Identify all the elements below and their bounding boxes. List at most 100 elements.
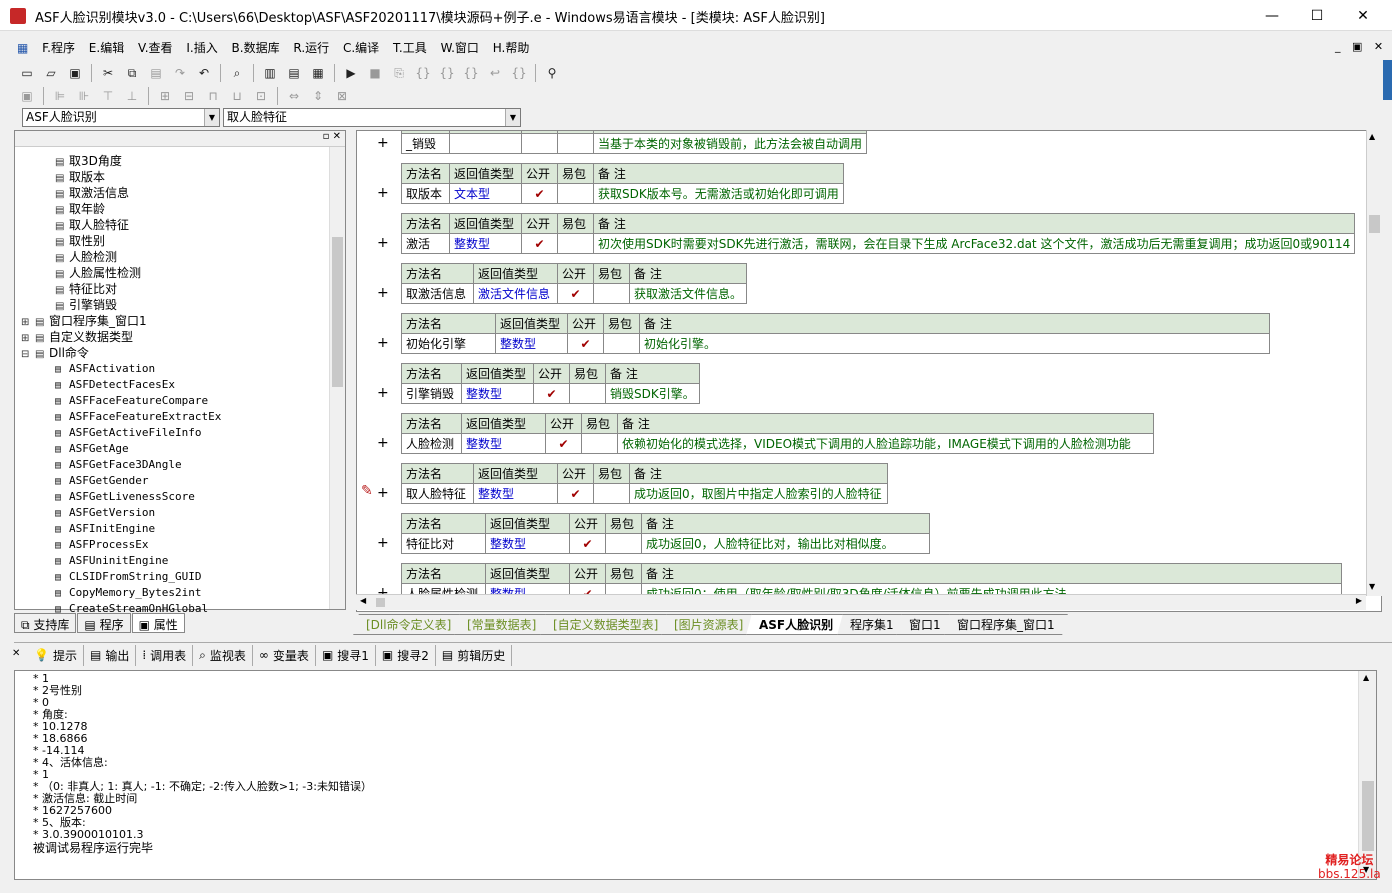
- method-note[interactable]: 依赖初始化的模式选择，VIDEO模式下调用的人脸追踪功能，IMAGE模式下调用的…: [617, 433, 1154, 454]
- method-combo[interactable]: 取人脸特征 ▼: [223, 108, 521, 127]
- tree-dll-item[interactable]: ▤ ASFGetLivenessScore: [55, 489, 195, 505]
- method-name[interactable]: 取版本: [401, 183, 450, 204]
- tab-program[interactable]: ▤ 程序: [77, 613, 131, 633]
- method-row[interactable]: 特征比对 整数型 ✔ 成功返回0，人脸特征比对，输出比对相似度。: [401, 533, 930, 554]
- easy-cell[interactable]: [557, 133, 594, 154]
- method-name[interactable]: _销毁: [401, 133, 450, 154]
- menu-database[interactable]: B.数据库: [229, 36, 283, 59]
- expand-icon[interactable]: +: [377, 135, 389, 151]
- tab-search1[interactable]: ▣ 搜寻1: [316, 644, 376, 666]
- align-top-icon[interactable]: ⊤: [97, 85, 119, 107]
- easy-cell[interactable]: [603, 333, 640, 354]
- editor-hscrollbar[interactable]: ◀ ▶: [356, 594, 1366, 610]
- method-row[interactable]: 引擎销毁 整数型 ✔ 销毁SDK引擎。: [401, 383, 700, 404]
- minimize-button[interactable]: —: [1249, 0, 1295, 31]
- method-note[interactable]: 初始化引擎。: [639, 333, 1270, 354]
- method-name[interactable]: 取人脸特征: [401, 483, 474, 504]
- method-return-type[interactable]: [449, 133, 522, 154]
- tab-properties[interactable]: ▣ 属性: [131, 613, 185, 633]
- layout-icon[interactable]: ▥: [259, 62, 281, 84]
- tree-method-item[interactable]: ▤ 特征比对: [55, 281, 117, 297]
- method-return-type[interactable]: 整数型: [449, 233, 522, 254]
- scroll-thumb[interactable]: [1362, 781, 1374, 851]
- method-table[interactable]: 方法名 返回值类型 公开 易包备 注激活 整数型 ✔ 初次使用SDK时需要对SDK先进行激活…: [401, 213, 1356, 254]
- method-note[interactable]: 初次使用SDK时需要对SDK先进行激活，需联网，会在目录下生成 ArcFace3…: [592, 233, 1356, 254]
- scroll-down-icon[interactable]: ▼: [1369, 582, 1375, 591]
- tree-dll-item[interactable]: ▤ ASFGetActiveFileInfo: [55, 425, 201, 441]
- center-v-icon[interactable]: ⊟: [178, 85, 200, 107]
- easy-cell[interactable]: [593, 283, 630, 304]
- tree-method-item[interactable]: ▤ 取版本: [55, 169, 105, 185]
- stop-icon[interactable]: ■: [364, 62, 386, 84]
- public-check[interactable]: ✔: [569, 533, 606, 554]
- method-table[interactable]: 方法名 返回值类型 公开 易包备 注取激活信息 激活文件信息 ✔ 获取激活文件信息。: [401, 263, 748, 304]
- public-check[interactable]: ✔: [521, 183, 558, 204]
- public-check[interactable]: ✔: [545, 433, 582, 454]
- method-return-type[interactable]: 整数型: [495, 333, 568, 354]
- method-name[interactable]: 引擎销毁: [401, 383, 462, 404]
- tab-window-assembly[interactable]: 窗口程序集_窗口1: [944, 614, 1068, 635]
- tree-method-item[interactable]: ▤ 人脸属性检测: [55, 265, 141, 281]
- method-return-type[interactable]: 激活文件信息: [473, 283, 558, 304]
- tree-method-item[interactable]: ▤ 取激活信息: [55, 185, 129, 201]
- public-check[interactable]: ✔: [521, 233, 558, 254]
- tree-dll-item[interactable]: ▤ ASFGetAge: [55, 441, 129, 457]
- breakpoint-icon[interactable]: {}: [508, 62, 530, 84]
- tab-clip-history[interactable]: ▤ 剪辑历史: [436, 644, 513, 666]
- scroll-thumb[interactable]: [376, 598, 385, 607]
- method-note[interactable]: 销毁SDK引擎。: [605, 383, 700, 404]
- tab-dll-table[interactable]: [Dll命令定义表]: [353, 614, 465, 635]
- step-into-icon[interactable]: {}: [412, 62, 434, 84]
- method-return-type[interactable]: 整数型: [461, 383, 534, 404]
- tree-dll-item[interactable]: ▤ ASFFaceFeatureCompare: [55, 393, 208, 409]
- expand-icon[interactable]: +: [377, 535, 389, 551]
- method-table[interactable]: 方法名 返回值类型 公开 易包备 注初始化引擎 整数型 ✔ 初始化引擎。: [401, 313, 1270, 354]
- easy-cell[interactable]: [605, 533, 642, 554]
- output-pane[interactable]: * 1 * 2号性别 * 0 * 角度: * 10.1278 * 18.6866 * -14…: [14, 670, 1377, 880]
- tree-method-item[interactable]: ▤ 人脸检测: [55, 249, 117, 265]
- public-check[interactable]: ✔: [557, 483, 594, 504]
- align-bottom-icon[interactable]: ⊥: [121, 85, 143, 107]
- menu-help[interactable]: H.帮助: [490, 36, 533, 59]
- method-row[interactable]: 取激活信息 激活文件信息 ✔ 获取激活文件信息。: [401, 283, 748, 304]
- panel-close-icon[interactable]: ▫ ✕: [323, 131, 341, 142]
- method-row[interactable]: 取人脸特征 整数型 ✔ 成功返回0，取图片中指定人脸索引的人脸特征: [401, 483, 888, 504]
- tree-dll-item[interactable]: ▤ ASFGetFace3DAngle: [55, 457, 182, 473]
- method-name[interactable]: 特征比对: [401, 533, 486, 554]
- public-check[interactable]: ✔: [533, 383, 570, 404]
- output-scrollbar[interactable]: ▲ ▼: [1358, 671, 1376, 879]
- method-note[interactable]: 成功返回0，取图片中指定人脸索引的人脸特征: [629, 483, 888, 504]
- grid-icon[interactable]: ⊠: [331, 85, 353, 107]
- scroll-thumb[interactable]: [1369, 215, 1380, 233]
- method-note[interactable]: 获取激活文件信息。: [628, 283, 748, 304]
- tree-group-item[interactable]: ⊞ ▤ 窗口程序集_窗口1: [21, 313, 147, 329]
- method-row[interactable]: _销毁 当基于本类的对象被销毁前，此方法会被自动调用: [401, 133, 868, 154]
- menu-insert[interactable]: I.插入: [183, 36, 220, 59]
- step-icon[interactable]: ⎘: [388, 62, 410, 84]
- expand-icon[interactable]: +: [377, 185, 389, 201]
- menu-edit[interactable]: E.编辑: [86, 36, 127, 59]
- binoculars-icon[interactable]: ⚲: [541, 62, 563, 84]
- same-height-icon[interactable]: ⇕: [307, 85, 329, 107]
- copy-icon[interactable]: ⧉: [121, 62, 143, 84]
- method-row[interactable]: 初始化引擎 整数型 ✔ 初始化引擎。: [401, 333, 1270, 354]
- method-table[interactable]: 方法名 返回值类型 公开 易包备 注特征比对 整数型 ✔ 成功返回0，人脸特征比对，输出比对…: [401, 513, 930, 554]
- chevron-down-icon[interactable]: ▼: [505, 109, 520, 126]
- easy-cell[interactable]: [569, 383, 606, 404]
- new-file-icon[interactable]: ▭: [16, 62, 38, 84]
- space-v-icon[interactable]: ⊔: [226, 85, 248, 107]
- tab-watch[interactable]: ⌕ 监视表: [193, 644, 253, 666]
- tree-method-item[interactable]: ▤ 引擎销毁: [55, 297, 117, 313]
- menu-tools[interactable]: T.工具: [390, 36, 430, 59]
- maximize-button[interactable]: ☐: [1294, 0, 1340, 31]
- tab-hint[interactable]: 💡 提示: [28, 644, 84, 666]
- expand-icon[interactable]: +: [377, 485, 389, 501]
- menu-compile[interactable]: C.编译: [340, 36, 382, 59]
- expand-icon[interactable]: +: [377, 235, 389, 251]
- tab-variables[interactable]: ∞ 变量表: [253, 644, 316, 666]
- close-icon[interactable]: ✕: [12, 648, 20, 659]
- tree-dll-item[interactable]: ▤ ASFActivation: [55, 361, 155, 377]
- easy-cell[interactable]: [557, 233, 594, 254]
- scroll-left-icon[interactable]: ◀: [360, 596, 366, 605]
- easy-cell[interactable]: [581, 433, 618, 454]
